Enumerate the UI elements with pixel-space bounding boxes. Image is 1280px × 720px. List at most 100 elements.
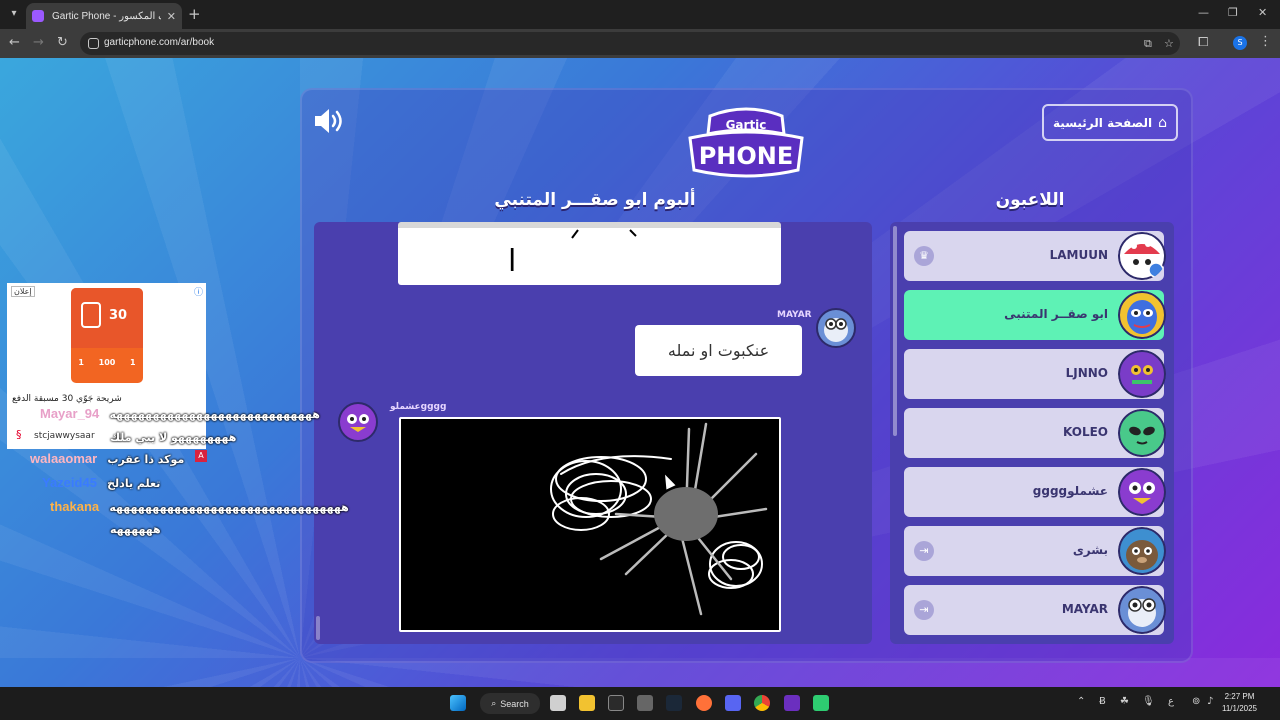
firefox-icon[interactable] (696, 695, 712, 711)
album-title: ألبوم ابو صقـــر المتنبي (494, 190, 696, 210)
clock-date: 11/1/2025 (1222, 704, 1257, 713)
menu-dots-icon[interactable]: ⋮ (1259, 34, 1272, 49)
new-tab-icon[interactable]: + (188, 6, 201, 22)
player-name: LJNNO (1065, 366, 1108, 380)
sim-number: 30 (109, 308, 128, 323)
spider-drawing (399, 417, 781, 632)
goggles-avatar (1118, 586, 1166, 634)
translate-icon[interactable]: ⧉ (1144, 37, 1152, 51)
mushroom-avatar (1118, 232, 1166, 280)
next-app-icon[interactable] (784, 695, 800, 711)
microphone-icon[interactable]: 🎙 (1142, 696, 1155, 707)
chat-line: thakana هههههههههههههههههههههههههههههههه… (50, 499, 349, 514)
bear-avatar (1118, 527, 1166, 575)
tray-app-icon[interactable]: Ƀ (1099, 696, 1106, 707)
search-label: Search (500, 698, 529, 709)
guess-text-box: عنكبوت او نمله (635, 325, 802, 376)
windows-taskbar: ⌕ Search ⌃ Ƀ ☘ 🎙 ع ⊚ ♪ 2:27 PM 11/1/2025 (0, 687, 1280, 720)
message-author: MAYAR (777, 310, 812, 320)
logo-bottom-text: PHONE (699, 142, 794, 170)
wifi-icon[interactable]: ⊚ (1192, 696, 1200, 707)
chat-line: walaaomar موكد ذا عقرب (30, 451, 184, 466)
taskbar-clock[interactable]: 2:27 PM 11/1/2025 (1222, 691, 1257, 715)
player-name: ابو صقــر المتنبى (1004, 307, 1108, 321)
browser-tab-bar: ▾ Gartic Phone - الهاتف المكسور ✕ + — ❐ … (0, 0, 1280, 29)
ad-info-icon[interactable]: ⓘ (194, 285, 203, 298)
volume-icon[interactable]: ♪ (1207, 696, 1213, 707)
restore-icon[interactable]: ❐ (1228, 6, 1238, 19)
sim-plan-value: 100 (98, 358, 116, 367)
player-name: LAMUUN (1049, 248, 1108, 262)
extensions-icon[interactable]: ⧠ (1198, 35, 1208, 51)
home-icon: ⌂ (1158, 114, 1167, 131)
chat-username: Mayar_94 (40, 406, 100, 421)
players-title: اللاعبون (995, 190, 1065, 210)
tab-close-icon[interactable]: ✕ (167, 10, 176, 23)
epic-games-icon[interactable] (608, 695, 624, 711)
player-name: MAYAR (1061, 602, 1108, 616)
player-name: عشملوgggg (1032, 484, 1108, 498)
chat-message: موكد ذا عقرب (107, 453, 185, 466)
home-button-label: الصفحة الرئيسية (1053, 115, 1153, 130)
stc-logo-icon: § (16, 428, 22, 441)
forward-icon[interactable]: → (33, 35, 44, 51)
browser-tab[interactable]: Gartic Phone - الهاتف المكسور ✕ (26, 3, 182, 29)
file-explorer-icon[interactable] (579, 695, 595, 711)
profile-avatar[interactable]: S (1233, 36, 1247, 50)
player-card[interactable]: LJNNO (904, 349, 1166, 399)
album-scrollbar[interactable] (316, 616, 320, 640)
back-icon[interactable]: ← (9, 35, 20, 51)
site-info-icon[interactable] (88, 38, 99, 49)
alien-avatar (1118, 409, 1166, 457)
bookmark-star-icon[interactable]: ☆ (1164, 37, 1174, 50)
player-card[interactable]: عشملوgggg (904, 467, 1166, 517)
player-name: بشرى (1072, 543, 1108, 557)
purple-bird-avatar (338, 402, 378, 442)
chat-message: ههههههههههههههههههههههههههههه (109, 408, 320, 421)
chat-message: ههههههههههههههههههههههههههههههههه (109, 501, 349, 514)
app-icon[interactable] (637, 695, 653, 711)
purple-bird-avatar (1118, 468, 1166, 516)
close-window-icon[interactable]: ✕ (1258, 6, 1267, 19)
green-app-icon[interactable] (813, 695, 829, 711)
sim-plans: 1 100 1 (71, 358, 143, 367)
player-card-active[interactable]: ابو صقــر المتنبى (904, 290, 1166, 340)
browser-toolbar: ← → ↻ garticphone.com/ar/book ⧉ ☆ ⧠ S ⋮ (0, 29, 1280, 58)
chat-username: thakana (50, 499, 100, 514)
moderator-badge-icon: A (195, 450, 207, 462)
sim-card-header: 30 (71, 288, 143, 348)
discord-icon[interactable] (725, 695, 741, 711)
chat-message: تعلم يادلخ (107, 477, 161, 490)
tab-title: Gartic Phone - الهاتف المكسور (52, 10, 161, 22)
sound-icon[interactable] (312, 106, 346, 136)
sim-plan-value: 1 (130, 358, 136, 367)
reload-icon[interactable]: ↻ (57, 35, 68, 51)
player-card[interactable]: ⇥ MAYAR (904, 585, 1166, 635)
language-indicator[interactable]: ع (1168, 696, 1174, 707)
gartic-phone-logo: Gartic PHONE (684, 104, 808, 180)
windows-start-icon[interactable] (450, 695, 466, 711)
chat-username: Yazeid45 (42, 475, 97, 490)
previous-drawing: ا (398, 222, 781, 285)
tab-search-icon[interactable]: ▾ (6, 6, 22, 22)
player-card[interactable]: KOLEO (904, 408, 1166, 458)
chat-line: ههههههه (110, 522, 161, 536)
steam-icon[interactable] (666, 695, 682, 711)
player-card[interactable]: ♛ LAMUUN (904, 231, 1166, 281)
players-scrollbar[interactable] (893, 226, 897, 436)
tray-network-icon[interactable]: ☘ (1120, 696, 1129, 707)
task-view-icon[interactable] (550, 695, 566, 711)
chat-line: Yazeid45 تعلم يادلخ (42, 475, 160, 490)
ad-brand: stcjawwysaar (34, 431, 95, 441)
sim-chip-icon (81, 302, 101, 328)
chrome-icon[interactable] (754, 695, 770, 711)
address-bar[interactable]: garticphone.com/ar/book ⧉ ☆ (80, 32, 1180, 55)
player-card[interactable]: ⇥ بشرى (904, 526, 1166, 576)
tray-chevron-icon[interactable]: ⌃ (1077, 696, 1085, 707)
ad-badge: إعلان (11, 286, 35, 297)
minimize-icon[interactable]: — (1198, 6, 1209, 19)
home-button[interactable]: الصفحة الرئيسية ⌂ (1042, 104, 1178, 141)
message-author: عشملوgggg (390, 402, 447, 412)
mayar-avatar (816, 308, 856, 348)
taskbar-search[interactable]: ⌕ Search (480, 693, 540, 714)
